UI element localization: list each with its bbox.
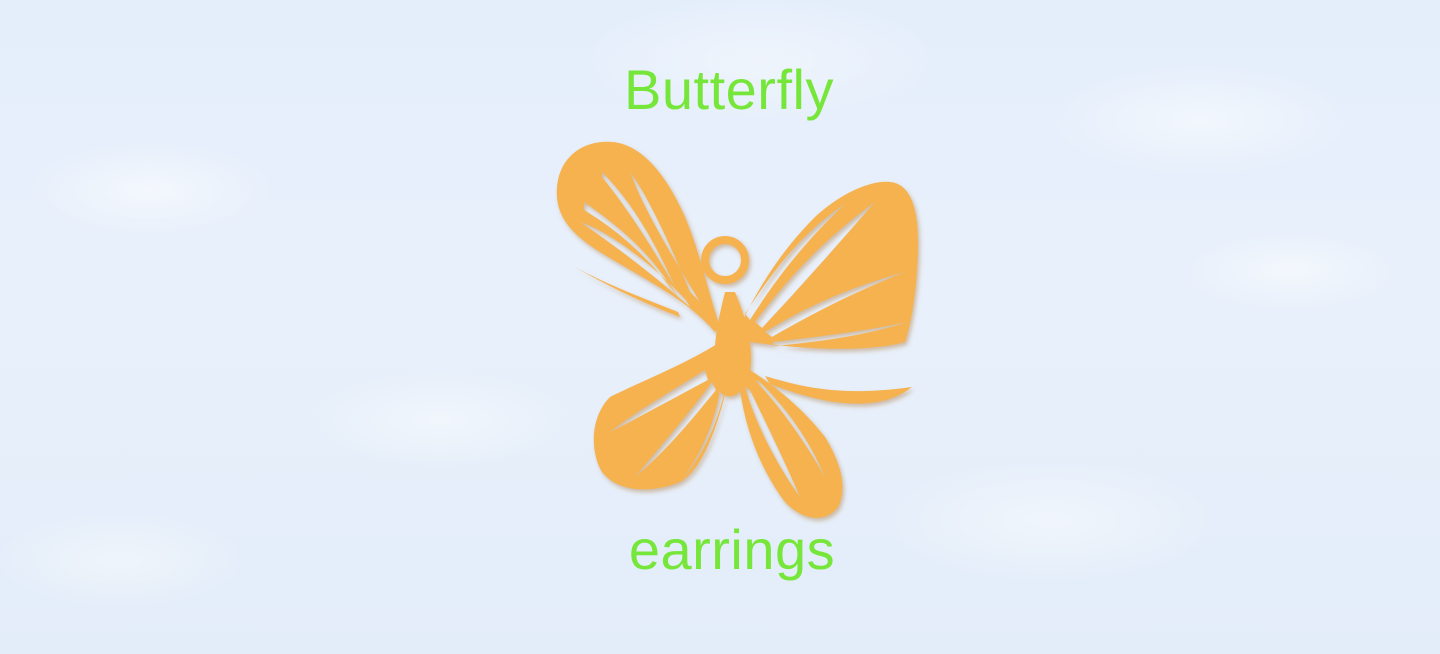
butterfly-shape (556, 141, 918, 518)
upper-right-wing (735, 181, 918, 349)
butterfly-body (714, 292, 751, 397)
hanging-loop (701, 236, 749, 284)
lower-right-wing (738, 367, 912, 518)
butterfly-pendant-image (556, 141, 918, 518)
upper-left-wing (556, 141, 720, 332)
lower-left-wing (593, 342, 730, 490)
caption-title: Butterfly (624, 58, 834, 121)
caption-subtitle: earrings (628, 518, 836, 581)
